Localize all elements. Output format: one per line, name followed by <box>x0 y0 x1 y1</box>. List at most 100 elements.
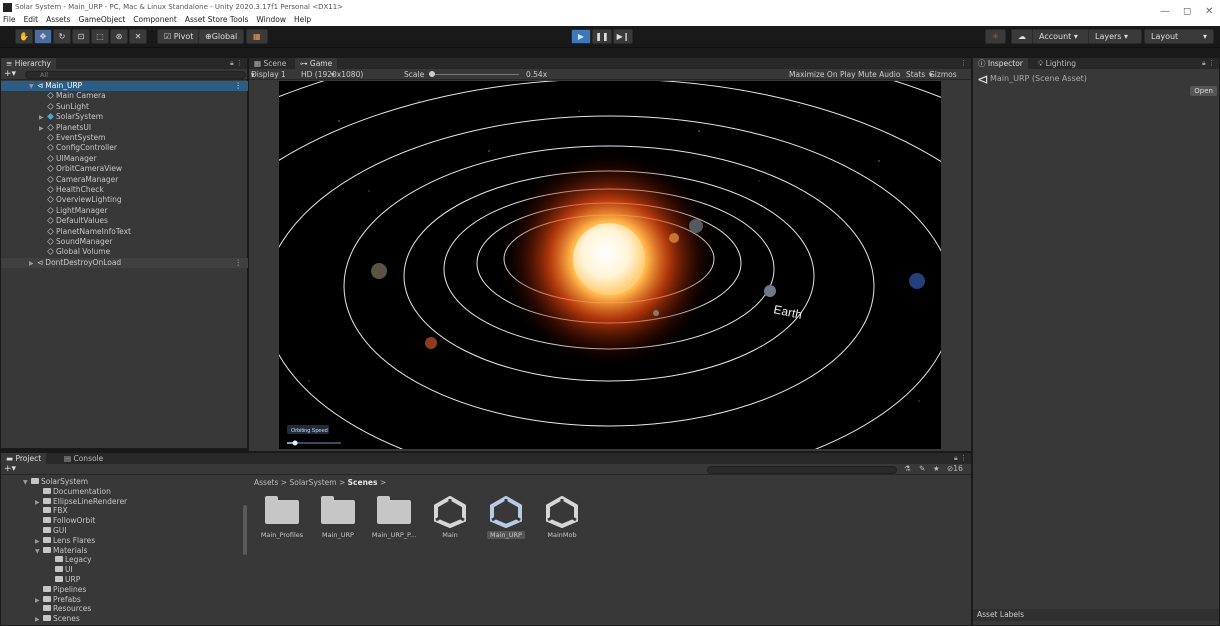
breadcrumb-item[interactable]: SolarSystem <box>289 478 336 487</box>
project-folder-item[interactable]: URP <box>47 575 80 584</box>
planet-earth[interactable] <box>764 285 776 297</box>
menu-file[interactable]: File <box>3 15 16 24</box>
stats-toggle[interactable]: Stats <box>906 69 925 80</box>
menu-gameobject[interactable]: GameObject <box>79 15 126 24</box>
hierarchy-item[interactable]: OrbitCameraView <box>1 164 248 174</box>
hierarchy-scene-row[interactable]: ▼ ⊲ Main_URP ⋮ <box>1 81 248 91</box>
hierarchy-item[interactable]: LightManager <box>1 206 248 216</box>
project-folder-item[interactable]: ▼ Materials <box>35 546 87 555</box>
expand-arrow-icon[interactable]: ▼ <box>23 478 31 487</box>
hierarchy-item[interactable]: ConfigController <box>1 143 248 153</box>
project-folder-item[interactable]: ▶ Prefabs <box>35 595 81 604</box>
menu-help[interactable]: Help <box>294 15 311 24</box>
project-folder-item[interactable]: Documentation <box>35 487 111 496</box>
tab-inspector[interactable]: ⓘ Inspector <box>973 58 1028 69</box>
close-button[interactable]: ✕ <box>1205 6 1213 17</box>
transform-tool-icon[interactable]: ⊛ <box>110 29 128 44</box>
hierarchy-search-input[interactable]: All <box>25 71 246 79</box>
breadcrumb-item[interactable]: Assets <box>254 478 278 487</box>
asset-scene[interactable]: MainMob <box>536 495 588 539</box>
minimize-button[interactable]: — <box>1160 6 1170 17</box>
project-folder-item[interactable]: GUI <box>35 526 67 535</box>
hierarchy-item[interactable]: Main Camera <box>1 91 248 101</box>
expand-arrow-icon[interactable]: ▶ <box>35 537 43 546</box>
sun[interactable] <box>573 223 645 295</box>
move-tool-icon[interactable]: ✥ <box>34 29 52 44</box>
tab-game[interactable]: ⊶ Game <box>295 58 338 69</box>
scale-slider-track[interactable] <box>429 74 519 75</box>
star-icon[interactable]: ★ <box>933 464 940 473</box>
play-button-icon[interactable]: ▶ <box>571 29 591 44</box>
grid-snap-icon[interactable]: ▦ <box>246 29 268 44</box>
scale-tool-icon[interactable]: ⊡ <box>72 29 90 44</box>
kebab-icon[interactable]: ⋮ <box>235 81 243 91</box>
maximize-on-play-toggle[interactable]: Maximize On Play <box>789 69 856 80</box>
pause-button-icon[interactable]: ❚❚ <box>592 29 612 44</box>
asset-folder[interactable]: Main_URP_P... <box>368 496 420 539</box>
hand-tool-icon[interactable]: ✋ <box>15 29 33 44</box>
breadcrumb-current[interactable]: Scenes <box>348 478 378 487</box>
project-folder-item[interactable]: UI <box>47 565 73 574</box>
tree-scrollbar[interactable] <box>243 505 247 555</box>
project-folder-item[interactable]: ▶ EllipseLineRenderer <box>35 497 127 506</box>
hierarchy-item[interactable]: DefaultValues <box>1 216 248 226</box>
planet[interactable] <box>371 263 387 279</box>
tab-console[interactable]: ▤ Console <box>59 453 108 464</box>
project-folder-item[interactable]: ▶ Scenes <box>35 614 80 623</box>
custom-tool-icon[interactable]: ✕ <box>129 29 147 44</box>
project-search-input[interactable] <box>707 466 897 474</box>
panel-menu-icon[interactable]: 🔒︎ ⋮ <box>1202 59 1215 68</box>
layers-dropdown[interactable]: Layers ▾ <box>1088 29 1142 44</box>
expand-arrow-icon[interactable]: ▼ <box>35 547 43 556</box>
maximize-button[interactable]: ◻ <box>1183 6 1191 17</box>
planet[interactable] <box>669 233 679 243</box>
planet[interactable] <box>909 273 925 289</box>
project-folder-item[interactable]: ▶ Lens Flares <box>35 536 95 545</box>
asset-scene[interactable]: Main <box>424 495 476 539</box>
scale-slider-handle[interactable] <box>429 71 435 77</box>
panel-menu-icon[interactable]: 🔒︎ ⋮ <box>230 59 243 68</box>
layout-dropdown[interactable]: Layout ▾ <box>1144 29 1214 44</box>
panel-menu-icon[interactable]: 🔒︎ ⋮ <box>954 454 967 463</box>
expand-arrow-icon[interactable]: ▶ <box>35 498 43 507</box>
project-folder-item[interactable]: ▼ SolarSystem <box>23 477 88 486</box>
project-folder-item[interactable]: Pipelines <box>35 585 86 594</box>
rotate-tool-icon[interactable]: ↻ <box>53 29 71 44</box>
rect-tool-icon[interactable]: ⬚ <box>91 29 109 44</box>
planet[interactable] <box>653 310 659 316</box>
orbit-speed-slider-handle[interactable] <box>292 440 298 446</box>
hierarchy-item[interactable]: SunLight <box>1 102 248 112</box>
global-toggle[interactable]: ⊕Global <box>198 29 245 44</box>
asset-folder[interactable]: Main_Profiles <box>256 496 308 539</box>
tab-lighting[interactable]: 💡︎ Lighting <box>1033 58 1081 69</box>
menu-edit[interactable]: Edit <box>24 15 39 24</box>
hierarchy-item[interactable]: ▶ PlanetsUI <box>1 123 248 133</box>
step-button-icon[interactable]: ▶❙ <box>613 29 633 44</box>
hierarchy-item[interactable]: PlanetNameInfoText <box>1 227 248 237</box>
expand-arrow-icon[interactable]: ▶ <box>35 596 43 605</box>
planet[interactable] <box>689 219 703 233</box>
menu-component[interactable]: Component <box>133 15 177 24</box>
tab-project[interactable]: ▬ Project <box>1 453 47 464</box>
create-plus-icon[interactable]: +▾ <box>4 464 16 474</box>
project-folder-item[interactable]: FBX <box>35 506 68 515</box>
collab-icon[interactable]: ✳ <box>985 29 1006 44</box>
hierarchy-item[interactable]: SoundManager <box>1 237 248 247</box>
tab-hierarchy[interactable]: ≡ Hierarchy <box>1 58 56 69</box>
hierarchy-item[interactable]: ▶ SolarSystem <box>1 112 248 122</box>
hierarchy-item[interactable]: CameraManager <box>1 175 248 185</box>
panel-menu-icon[interactable]: ⋮ <box>960 59 967 67</box>
menu-asset-store-tools[interactable]: Asset Store Tools <box>185 15 249 24</box>
hierarchy-item[interactable]: HealthCheck <box>1 185 248 195</box>
planet[interactable] <box>425 337 437 349</box>
game-canvas[interactable]: Earth Orbiting Speed <box>279 81 941 449</box>
asset-folder[interactable]: Main_URP <box>312 496 364 539</box>
open-button[interactable]: Open <box>1190 86 1217 96</box>
project-folder-item[interactable]: FollowOrbit <box>35 516 95 525</box>
filter-icon[interactable]: ⚗ <box>904 464 911 473</box>
mute-audio-toggle[interactable]: Mute Audio <box>858 69 900 80</box>
menu-assets[interactable]: Assets <box>46 15 70 24</box>
kebab-icon[interactable]: ⋮ <box>235 258 243 268</box>
hierarchy-item[interactable]: UIManager <box>1 154 248 164</box>
hierarchy-item[interactable]: OverviewLighting <box>1 195 248 205</box>
